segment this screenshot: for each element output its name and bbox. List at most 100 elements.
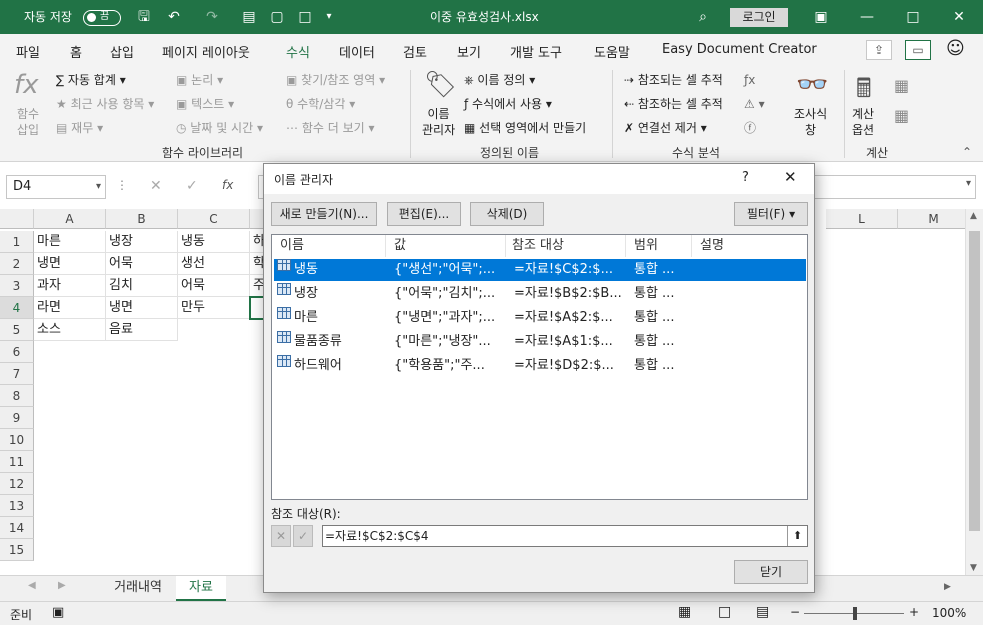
financial-button[interactable]: ▤ 재무 ▾ bbox=[56, 120, 103, 136]
ribbon-display-icon[interactable]: ▣ bbox=[798, 0, 844, 34]
autosum-button[interactable]: ∑ 자동 합계 ▾ bbox=[56, 72, 126, 88]
select-all-corner[interactable] bbox=[0, 209, 34, 229]
confirm-edit-icon[interactable]: ✓ bbox=[293, 525, 313, 547]
cell[interactable]: 어묵 bbox=[106, 253, 178, 275]
cell[interactable]: 만두 bbox=[178, 297, 250, 319]
error-checking-icon[interactable]: ⚠ ▾ bbox=[744, 96, 765, 112]
open-file-icon[interactable]: □ bbox=[296, 8, 314, 26]
cell[interactable]: 음료 bbox=[106, 319, 178, 341]
cell[interactable]: 어묵 bbox=[178, 275, 250, 297]
edit-name-button[interactable]: 편집(E)... bbox=[387, 202, 461, 226]
hscroll-right-icon[interactable]: ▶ bbox=[944, 582, 951, 592]
tab-page-layout[interactable]: 페이지 레이아웃 bbox=[162, 42, 250, 61]
scroll-up-icon[interactable]: ▲ bbox=[970, 211, 977, 221]
feedback-smiley-icon[interactable]: ☺ bbox=[946, 38, 965, 59]
column-header[interactable]: A bbox=[34, 209, 106, 229]
tab-developer[interactable]: 개발 도구 bbox=[510, 42, 562, 61]
math-button[interactable]: θ 수학/삼각 ▾ bbox=[286, 96, 355, 112]
autosave-toggle[interactable]: 끔 bbox=[83, 10, 121, 26]
col-header-scope[interactable]: 범위 bbox=[626, 235, 692, 257]
save-icon[interactable]: 🖫 bbox=[135, 8, 153, 26]
page-break-view-icon[interactable]: ▤ bbox=[756, 604, 769, 620]
login-button[interactable]: 로그인 bbox=[730, 8, 788, 27]
cell[interactable]: 김치 bbox=[106, 275, 178, 297]
names-list[interactable]: 이름 값 참조 대상 범위 설명 냉동 {"생선";"어묵";... =자료!$… bbox=[271, 234, 808, 500]
row-header[interactable]: 1 bbox=[0, 231, 34, 253]
tab-home[interactable]: 홈 bbox=[70, 42, 82, 61]
list-item[interactable]: 냉동 {"생선";"어묵";... =자료!$C$2:$... 통합 ... bbox=[274, 259, 806, 281]
vertical-scrollbar[interactable]: ▲ ▼ bbox=[965, 209, 983, 575]
scroll-down-icon[interactable]: ▼ bbox=[970, 563, 977, 573]
prev-sheet-icon[interactable]: ◀ bbox=[28, 580, 36, 591]
zoom-in-icon[interactable]: + bbox=[909, 605, 919, 619]
delete-name-button[interactable]: 삭제(D) bbox=[470, 202, 544, 226]
cell[interactable]: 소스 bbox=[34, 319, 106, 341]
watch-window-button[interactable]: 조사식 창 bbox=[794, 106, 827, 138]
column-header[interactable]: L bbox=[826, 209, 898, 229]
column-header[interactable]: M bbox=[898, 209, 970, 229]
close-button[interactable]: 닫기 bbox=[734, 560, 808, 584]
filter-button[interactable]: 필터(F) ▾ bbox=[734, 202, 808, 226]
trace-precedents-button[interactable]: ⇢ 참조되는 셀 추적 bbox=[624, 72, 723, 88]
row-header[interactable]: 14 bbox=[0, 517, 34, 539]
cell[interactable]: 냉장 bbox=[106, 231, 178, 253]
cell[interactable]: 마른 bbox=[34, 231, 106, 253]
col-header-value[interactable]: 값 bbox=[386, 235, 506, 257]
tab-easy-document-creator[interactable]: Easy Document Creator bbox=[662, 42, 817, 57]
scroll-thumb[interactable] bbox=[969, 231, 980, 531]
lookup-button[interactable]: ▣ 찾기/참조 영역 ▾ bbox=[286, 72, 385, 88]
col-header-comment[interactable]: 설명 bbox=[692, 235, 807, 257]
row-header[interactable]: 12 bbox=[0, 473, 34, 495]
list-item[interactable]: 냉장 {"어묵";"김치";... =자료!$B$2:$B... 통합 ... bbox=[274, 283, 806, 305]
tab-insert[interactable]: 삽입 bbox=[110, 42, 134, 61]
redo-icon[interactable]: ↷ bbox=[203, 8, 221, 26]
col-header-refers-to[interactable]: 참조 대상 bbox=[506, 235, 626, 257]
row-header[interactable]: 8 bbox=[0, 385, 34, 407]
tab-review[interactable]: 검토 bbox=[403, 42, 427, 61]
zoom-slider-thumb[interactable] bbox=[853, 607, 857, 620]
name-manager-button[interactable]: 이름 관리자 bbox=[422, 106, 455, 138]
list-item[interactable]: 마른 {"냉면";"과자";... =자료!$A$2:$... 통합 ... bbox=[274, 307, 806, 329]
search-icon[interactable]: ⌕ bbox=[694, 8, 712, 26]
row-header[interactable]: 6 bbox=[0, 341, 34, 363]
maximize-icon[interactable]: □ bbox=[890, 0, 936, 34]
tab-formulas[interactable]: 수식 bbox=[286, 42, 310, 66]
normal-view-icon[interactable]: ▦ bbox=[678, 604, 691, 620]
chevron-down-icon[interactable]: ▾ bbox=[96, 176, 101, 198]
collapse-ribbon-icon[interactable]: ⌃ bbox=[962, 144, 972, 160]
show-formulas-icon[interactable]: ƒx bbox=[744, 72, 755, 88]
collapse-dialog-icon[interactable]: ⬆ bbox=[787, 526, 807, 546]
share-icon[interactable]: ⇪ bbox=[866, 40, 892, 60]
undo-icon[interactable]: ↶ bbox=[165, 8, 183, 26]
enter-icon[interactable]: ✓ bbox=[186, 178, 198, 194]
remove-arrows-button[interactable]: ✗ 연결선 제거 ▾ bbox=[624, 120, 707, 136]
tab-help[interactable]: 도움말 bbox=[594, 42, 630, 61]
cell[interactable]: 라면 bbox=[34, 297, 106, 319]
col-header-name[interactable]: 이름 bbox=[272, 235, 386, 257]
insert-function-button[interactable]: 함수 삽입 bbox=[17, 106, 39, 138]
text-button[interactable]: ▣ 텍스트 ▾ bbox=[176, 96, 234, 112]
logical-button[interactable]: ▣ 논리 ▾ bbox=[176, 72, 223, 88]
sheet-tab-active[interactable]: 자료 bbox=[176, 576, 226, 601]
cancel-icon[interactable]: ✕ bbox=[150, 178, 162, 194]
comments-icon[interactable]: ▭ bbox=[905, 40, 931, 60]
macro-record-icon[interactable]: ▣ bbox=[52, 605, 64, 620]
cell[interactable]: 냉면 bbox=[106, 297, 178, 319]
define-name-button[interactable]: ⎈ 이름 정의 ▾ bbox=[464, 72, 535, 88]
row-header[interactable]: 3 bbox=[0, 275, 34, 297]
customize-qat-icon[interactable]: ▾ bbox=[320, 8, 338, 26]
row-header[interactable]: 7 bbox=[0, 363, 34, 385]
calculation-options-button[interactable]: 계산 옵션 bbox=[852, 106, 874, 138]
more-functions-button[interactable]: ⋯ 함수 더 보기 ▾ bbox=[286, 120, 375, 136]
cell[interactable]: 냉면 bbox=[34, 253, 106, 275]
datetime-button[interactable]: ◷ 날짜 및 시간 ▾ bbox=[176, 120, 263, 136]
refers-to-input[interactable]: =자료!$C$2:$C$4 ⬆ bbox=[322, 525, 808, 547]
tab-view[interactable]: 보기 bbox=[457, 42, 481, 61]
zoom-out-icon[interactable]: − bbox=[790, 605, 800, 619]
new-file-icon[interactable]: ▢ bbox=[268, 8, 286, 26]
form-icon[interactable]: ▤ bbox=[240, 8, 258, 26]
use-in-formula-button[interactable]: ƒ 수식에서 사용 ▾ bbox=[464, 96, 552, 112]
expand-formula-icon[interactable]: ▾ bbox=[966, 178, 971, 189]
row-header[interactable]: 13 bbox=[0, 495, 34, 517]
row-header[interactable]: 4 bbox=[0, 297, 34, 319]
